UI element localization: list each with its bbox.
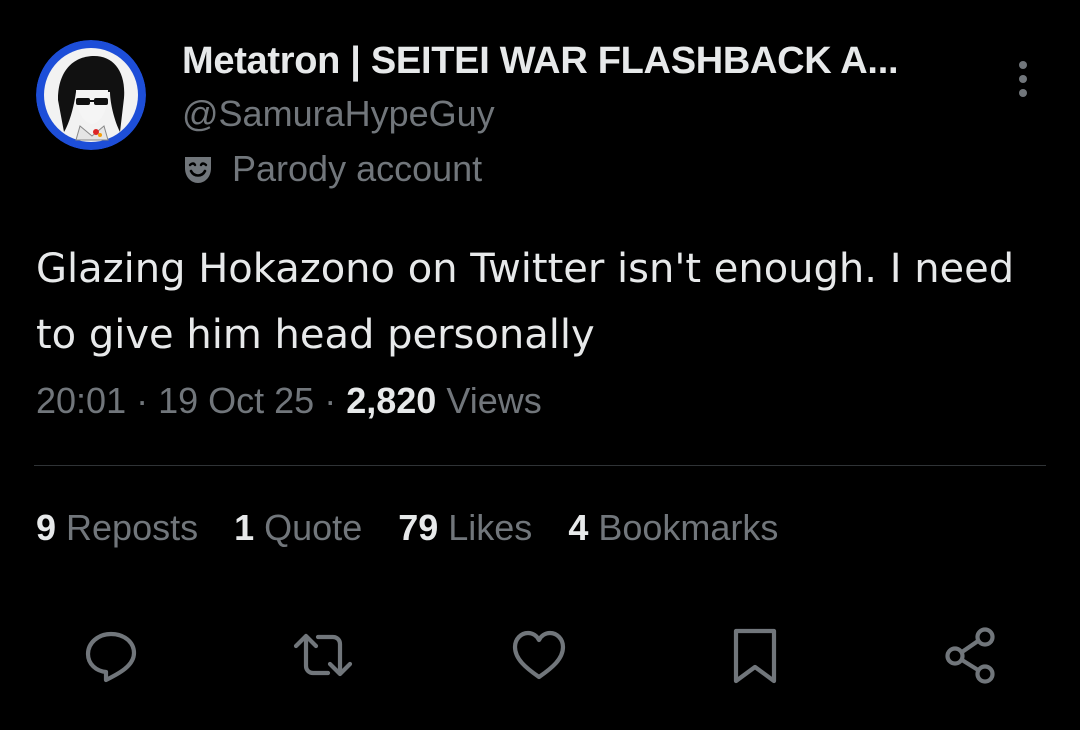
likes-label: Likes xyxy=(448,507,533,548)
like-button[interactable] xyxy=(506,622,572,688)
repost-button[interactable] xyxy=(290,622,356,688)
tweet-time[interactable]: 20:01 xyxy=(36,380,126,421)
divider xyxy=(34,465,1046,466)
quotes-label: Quote xyxy=(264,507,363,548)
tweet-meta: 20:01 · 19 Oct 25 · 2,820 Views xyxy=(36,380,542,422)
share-icon xyxy=(945,627,995,684)
bookmarks-label: Bookmarks xyxy=(598,507,779,548)
reposts-label: Reposts xyxy=(66,507,199,548)
more-vertical-icon xyxy=(1019,61,1027,97)
meta-separator: · xyxy=(136,380,159,421)
avatar-image xyxy=(36,40,146,150)
author-display-name[interactable]: Metatron | SEITEI WAR FLASHBACK A... xyxy=(182,40,899,83)
more-options-button[interactable] xyxy=(1000,56,1046,102)
parody-label: Parody account xyxy=(180,146,482,192)
reply-icon xyxy=(85,631,137,683)
bookmark-button[interactable] xyxy=(722,622,788,688)
quotes-count: 1 xyxy=(234,507,255,548)
reposts-stat[interactable]: 9 Reposts xyxy=(36,507,198,549)
tweet-detail: Metatron | SEITEI WAR FLASHBACK A... @Sa… xyxy=(0,0,1080,730)
tweet-text: Glazing Hokazono on Twitter isn't enough… xyxy=(36,246,1015,358)
repost-icon xyxy=(293,633,353,677)
likes-stat[interactable]: 79 Likes xyxy=(398,507,532,549)
author-handle[interactable]: @SamuraHypeGuy xyxy=(182,93,495,135)
bookmarks-stat[interactable]: 4 Bookmarks xyxy=(568,507,778,549)
likes-count: 79 xyxy=(398,507,439,548)
action-bar xyxy=(0,622,1080,692)
reposts-count: 9 xyxy=(36,507,57,548)
meta-separator: · xyxy=(324,380,347,421)
tweet-date[interactable]: 19 Oct 25 xyxy=(158,380,314,421)
share-button[interactable] xyxy=(938,622,1004,688)
parody-label-text: Parody account xyxy=(232,148,483,189)
bookmarks-count: 4 xyxy=(568,507,589,548)
bookmark-icon xyxy=(733,628,777,684)
theater-masks-icon xyxy=(180,151,216,187)
quotes-stat[interactable]: 1 Quote xyxy=(234,507,362,549)
engagement-stats: 9 Reposts 1 Quote 79 Likes 4 Bookmarks xyxy=(36,507,814,549)
avatar[interactable] xyxy=(36,40,146,150)
reply-button[interactable] xyxy=(78,622,144,688)
like-icon xyxy=(512,630,566,680)
views-label: Views xyxy=(446,380,542,421)
views-count[interactable]: 2,820 xyxy=(346,380,436,421)
